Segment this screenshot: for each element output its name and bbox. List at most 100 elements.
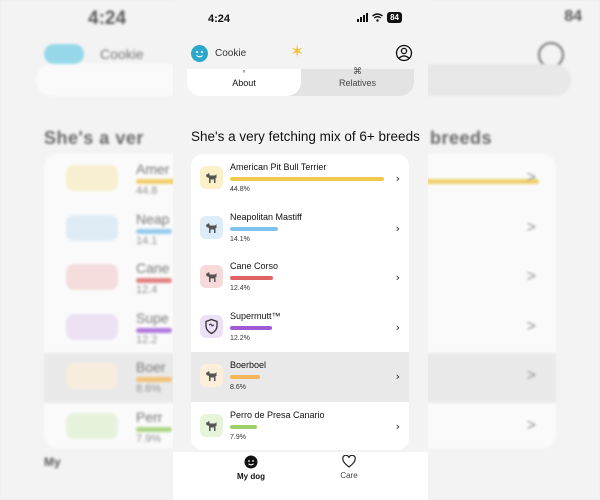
relatives-icon: ⌘ bbox=[353, 66, 362, 76]
bg-thumb bbox=[66, 313, 118, 340]
breed-percent: 44.8% bbox=[230, 186, 250, 193]
bg-thumb bbox=[66, 363, 118, 389]
breed-thumbnail bbox=[200, 215, 223, 239]
bg-bar bbox=[136, 327, 172, 333]
dog-face-icon bbox=[244, 455, 258, 469]
breed-thumbnail bbox=[200, 413, 223, 437]
chevron-right-icon: › bbox=[395, 221, 400, 235]
bg-percent: 12.2 bbox=[136, 333, 158, 346]
breed-thumbnail bbox=[200, 166, 223, 189]
breed-percent: 12.2% bbox=[230, 334, 250, 342]
segment-tabs: ◦ About ⌘ Relatives bbox=[187, 66, 414, 96]
bg-dog-avatar bbox=[44, 44, 84, 64]
breed-percent-fill bbox=[230, 325, 272, 330]
bg-chevron-icon: > bbox=[526, 367, 536, 384]
bg-bar bbox=[136, 228, 172, 234]
breed-percent-fill bbox=[230, 177, 384, 181]
bg-bar bbox=[136, 278, 172, 283]
phone-screen: 4:24 84 Cookie ✶ ◦ About ⌘ Relatives She… bbox=[173, 0, 428, 500]
chevron-right-icon: › bbox=[395, 172, 400, 185]
bg-percent: 12.4 bbox=[136, 284, 158, 296]
heart-icon bbox=[342, 454, 356, 468]
bg-breed-name: Supe bbox=[136, 309, 169, 326]
breed-row[interactable]: Cane Corso 12.4% › bbox=[191, 253, 409, 303]
bg-headline: She's a ver bbox=[44, 128, 144, 148]
breed-percent-bar bbox=[230, 424, 384, 429]
bg-thumb bbox=[66, 264, 118, 290]
bg-percent: 8.6% bbox=[136, 383, 162, 395]
dog-name[interactable]: Cookie bbox=[215, 48, 246, 59]
breed-percent: 7.9% bbox=[230, 433, 246, 441]
breed-row[interactable]: Boerboel 8.6% › bbox=[191, 352, 409, 402]
breed-percent-fill bbox=[230, 375, 260, 379]
breed-row[interactable]: American Pit Bull Terrier 44.8% › bbox=[191, 154, 409, 204]
tab-about[interactable]: ◦ About bbox=[187, 66, 301, 96]
dog-icon bbox=[206, 222, 217, 233]
tab-relatives[interactable]: ⌘ Relatives bbox=[301, 66, 414, 96]
chevron-right-icon: › bbox=[395, 370, 400, 383]
breed-name: Boerboel bbox=[230, 360, 267, 370]
bg-breed-name: Neap bbox=[136, 210, 170, 227]
bg-bar bbox=[136, 377, 172, 382]
tab-my-dog[interactable]: My dog bbox=[221, 455, 281, 481]
sparkle-icon[interactable]: ✶ bbox=[290, 42, 304, 62]
breed-headline: She's a very fetching mix of 6+ breeds bbox=[191, 129, 420, 144]
breed-thumbnail bbox=[200, 314, 223, 338]
bg-tab-active bbox=[36, 64, 186, 96]
breed-row[interactable]: Neapolitan Mastiff 14.1% › bbox=[191, 204, 409, 254]
bg-bar bbox=[136, 426, 172, 432]
status-bar: 4:24 84 bbox=[173, 0, 428, 36]
breed-row[interactable]: Perro de Presa Canario 7.9% › bbox=[191, 402, 409, 451]
profile-icon[interactable] bbox=[395, 44, 413, 62]
breed-percent-bar bbox=[230, 375, 384, 379]
breed-thumbnail bbox=[200, 265, 223, 288]
dog-avatar[interactable] bbox=[191, 45, 208, 62]
tab-care[interactable]: Care bbox=[319, 454, 379, 480]
breed-row[interactable]: Supermutt™ 12.2% › bbox=[191, 303, 409, 353]
bg-chevron-icon: > bbox=[526, 218, 536, 236]
bg-breed-name: Boer bbox=[136, 359, 166, 375]
breed-percent: 14.1% bbox=[230, 235, 250, 243]
bg-breed-name: Amer bbox=[136, 161, 170, 177]
breed-list: American Pit Bull Terrier 44.8% › Neapolita… bbox=[191, 154, 409, 450]
bg-chevron-icon: > bbox=[526, 169, 536, 186]
dog-icon bbox=[206, 173, 217, 183]
bg-breed-name: Cane bbox=[136, 260, 170, 276]
bg-percent: 14.1 bbox=[136, 234, 158, 247]
bg-percent: 7.9% bbox=[136, 432, 162, 445]
bg-dog-name: Cookie bbox=[100, 46, 144, 62]
dog-icon bbox=[206, 371, 217, 381]
chevron-right-icon: › bbox=[395, 419, 400, 433]
dog-face-icon bbox=[196, 51, 203, 58]
breed-percent-bar bbox=[230, 226, 384, 231]
bg-thumb bbox=[66, 165, 118, 191]
breed-percent-bar bbox=[230, 325, 384, 330]
bg-thumb bbox=[66, 412, 118, 439]
chevron-right-icon: › bbox=[395, 271, 400, 284]
breed-name: American Pit Bull Terrier bbox=[230, 162, 327, 172]
tab-relatives-label: Relatives bbox=[338, 78, 376, 88]
bottom-tab-bar: My dog Care bbox=[173, 452, 428, 500]
breed-name: Cane Corso bbox=[230, 261, 279, 271]
breed-percent-bar bbox=[230, 276, 384, 280]
breed-name: Supermutt™ bbox=[230, 310, 281, 321]
about-icon: ◦ bbox=[242, 66, 246, 76]
breed-name: Perro de Presa Canario bbox=[230, 409, 325, 420]
tab-my-dog-label: My dog bbox=[237, 472, 265, 481]
bg-percent: 44.8 bbox=[136, 185, 158, 197]
bg-chevron-icon: > bbox=[526, 317, 536, 335]
bg-headline-end: breeds bbox=[430, 128, 493, 148]
bg-status-time: 4:24 bbox=[88, 8, 127, 29]
breed-name: Neapolitan Mastiff bbox=[230, 211, 302, 222]
wifi-icon bbox=[372, 13, 384, 22]
tab-care-label: Care bbox=[340, 471, 358, 480]
battery-icon: 84 bbox=[387, 12, 402, 23]
bg-thumb bbox=[66, 214, 118, 241]
chevron-right-icon: › bbox=[395, 320, 400, 334]
signal-icon bbox=[357, 13, 369, 22]
breed-percent: 12.4% bbox=[230, 285, 250, 292]
bg-chevron-icon: > bbox=[526, 268, 536, 285]
breed-thumbnail bbox=[200, 364, 223, 387]
status-icons: 84 bbox=[357, 12, 402, 23]
bg-breed-name: Perr bbox=[136, 408, 163, 425]
